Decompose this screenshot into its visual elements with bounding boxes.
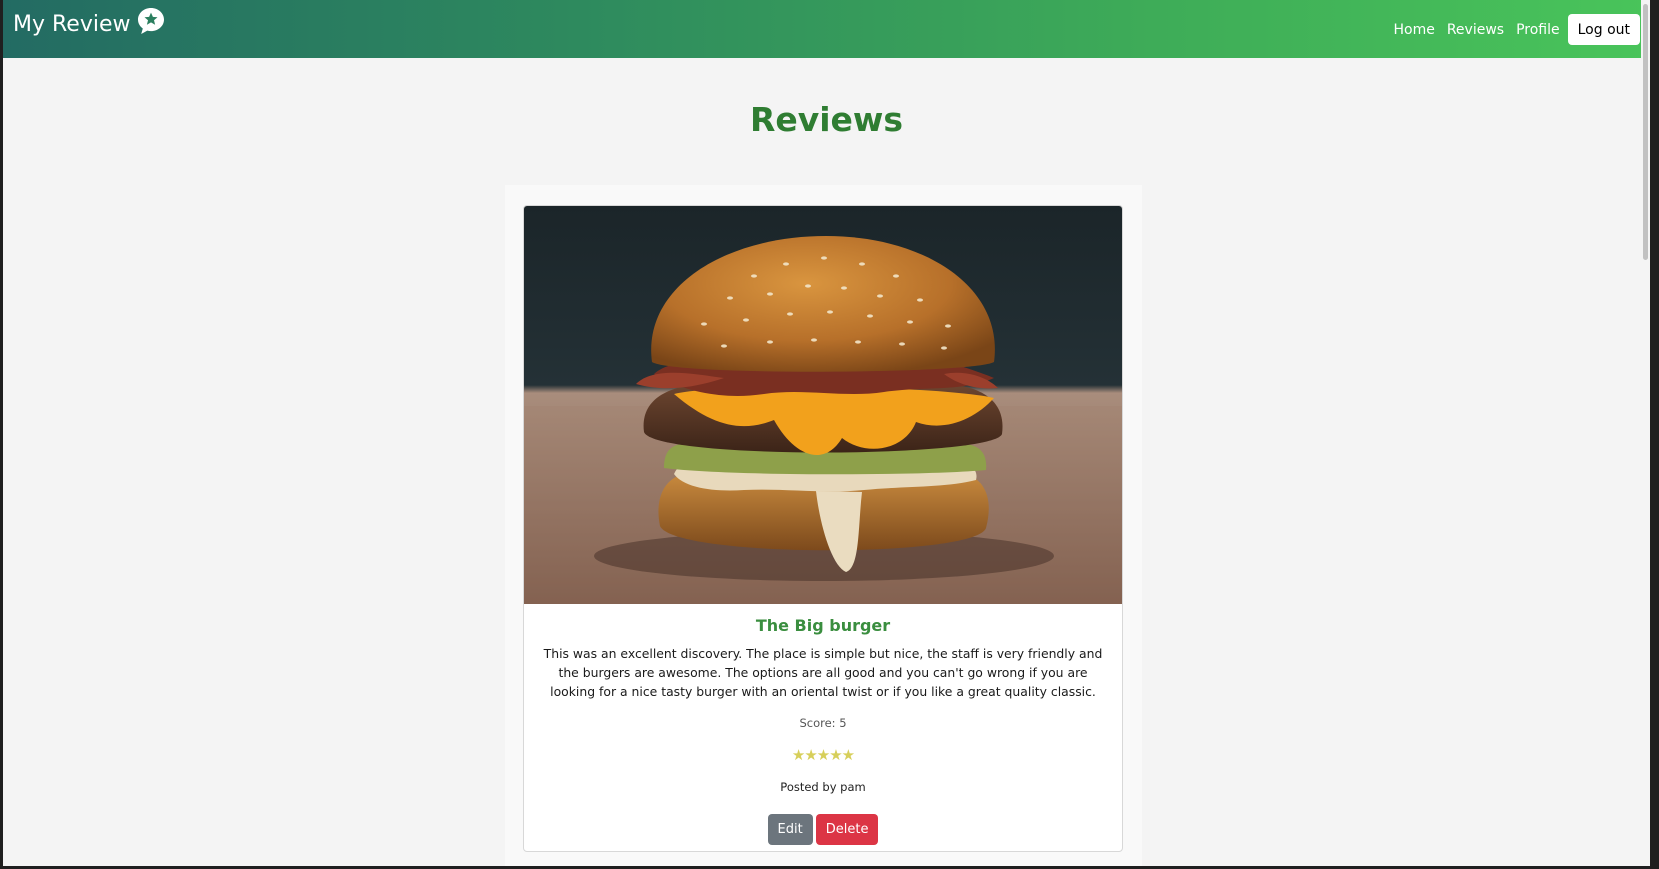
nav-home-link[interactable]: Home: [1393, 22, 1434, 38]
edit-button[interactable]: Edit: [767, 814, 813, 845]
page-title: Reviews: [749, 100, 904, 139]
page-scrollbar[interactable]: [1641, 0, 1650, 866]
brand-name: My Review: [13, 12, 131, 37]
review-author: Posted by pam: [780, 780, 866, 794]
review-actions: Edit Delete: [524, 814, 1122, 845]
scrollbar-thumb[interactable]: [1643, 4, 1648, 260]
logout-button[interactable]: Log out: [1567, 14, 1640, 45]
review-title: The Big burger: [755, 616, 891, 635]
review-text: This was an excellent discovery. The pla…: [543, 646, 1103, 699]
browser-viewport: My Review Home Reviews Profile Log out R…: [3, 0, 1650, 866]
reviews-panel: The Big burger This was an excellent dis…: [505, 185, 1142, 866]
star-speech-bubble-icon: [137, 7, 164, 34]
top-navbar: My Review Home Reviews Profile Log out: [3, 0, 1650, 58]
brand-link[interactable]: My Review: [13, 7, 166, 37]
review-score: Score: 5: [799, 716, 847, 730]
delete-button[interactable]: Delete: [815, 814, 879, 845]
star-rating-icon: ★★★★★: [791, 746, 855, 764]
burger-photo: [524, 206, 1122, 604]
review-card: The Big burger This was an excellent dis…: [523, 205, 1123, 852]
nav-profile-link[interactable]: Profile: [1516, 22, 1560, 38]
nav-links: Home Reviews Profile Log out: [1381, 14, 1640, 45]
nav-reviews-link[interactable]: Reviews: [1447, 22, 1504, 38]
